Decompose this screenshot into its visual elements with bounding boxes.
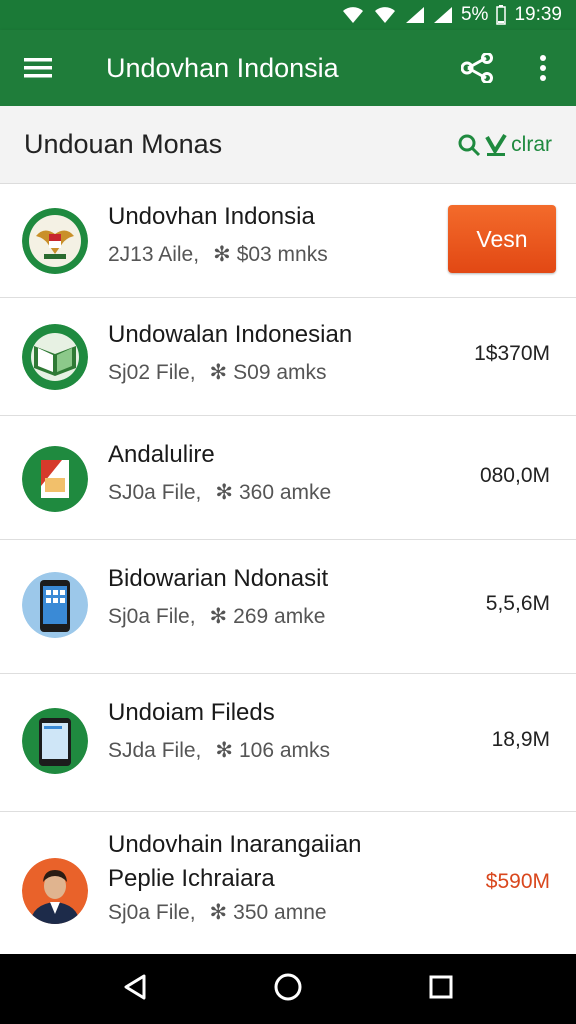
smartphone-icon <box>22 572 88 638</box>
share-button[interactable] <box>444 30 510 106</box>
mark-count: 360 amke <box>238 481 332 504</box>
asterisk-icon: ✻ <box>209 605 228 628</box>
asterisk-icon: ✻ <box>209 901 228 924</box>
battery-level: 5% <box>460 4 489 25</box>
home-button[interactable] <box>273 972 303 1007</box>
file-count: Sj02 File, <box>108 361 196 384</box>
mark-count: 350 amne <box>233 901 327 924</box>
list-item[interactable]: Undoiam Fileds SJda File, ✻ 106 amks 18,9M <box>0 674 576 812</box>
file-count: 2J13 Aile, <box>108 243 200 266</box>
mark-count: S09 amks <box>233 361 327 384</box>
app-title: Undovhan Indonsia <box>106 52 339 83</box>
item-title: Bidowarian Ndonasit <box>108 565 329 592</box>
list-item[interactable]: Andalulire SJ0a File, ✻ 360 amke 080,0M <box>0 416 576 540</box>
item-title: Andalulire <box>108 441 215 468</box>
file-size: $590M <box>485 870 550 893</box>
back-icon <box>124 974 146 999</box>
item-title: Undowalan Indonesian <box>108 321 353 348</box>
signal-icon <box>433 6 453 24</box>
mark-count: $03 mnks <box>236 243 328 266</box>
clear-label: clrar <box>511 132 552 156</box>
overflow-menu-button[interactable] <box>510 30 576 106</box>
recents-button[interactable] <box>428 974 454 1005</box>
file-count: Sj0a File, <box>108 901 196 924</box>
section-header: Undouan Monas clrar <box>0 106 576 184</box>
asterisk-icon: ✻ <box>209 361 228 384</box>
system-nav-bar <box>0 954 576 1024</box>
status-bar: 5% 19:39 <box>0 0 576 30</box>
list-item[interactable]: Undowalan Indonesian Sj02 File, ✻ S09 amks… <box>0 298 576 416</box>
app-bar: Undovhan Indonsia <box>0 30 576 106</box>
book-icon <box>22 324 88 390</box>
avatar <box>22 858 88 924</box>
item-meta: 2J13 Aile, ✻ $03 mnks <box>108 240 426 270</box>
item-meta: Sj0a File, ✻ 269 amke <box>108 602 426 632</box>
clear-button[interactable]: clrar <box>457 133 552 157</box>
mark-count: 269 amke <box>233 605 326 628</box>
search-icon <box>458 134 481 156</box>
file-count: SJ0a File, <box>108 481 202 504</box>
section-title: Undouan Monas <box>24 129 223 159</box>
list-item[interactable]: Undovhain Inarangaiian Peplie Ichraiara … <box>0 812 576 954</box>
item-title: Undovhan Indonsia <box>108 203 315 230</box>
recents-icon <box>429 975 453 998</box>
hamburger-icon <box>24 58 52 78</box>
item-meta: SJ0a File, ✻ 360 amke <box>108 478 426 508</box>
back-button[interactable] <box>122 973 148 1006</box>
list-item[interactable]: Bidowarian Ndonasit Sj0a File, ✻ 269 amke … <box>0 540 576 674</box>
asterisk-icon: ✻ <box>215 739 233 762</box>
battery-icon <box>496 5 507 25</box>
document-icon <box>22 446 88 512</box>
mark-count: 106 amks <box>238 739 331 762</box>
item-meta: SJda File, ✻ 106 amks <box>108 736 426 766</box>
file-size: 080,0M <box>479 464 550 487</box>
file-size: 18,9M <box>491 728 550 751</box>
menu-button[interactable] <box>0 30 76 106</box>
wifi-icon <box>341 6 365 24</box>
clock: 19:39 <box>514 4 562 25</box>
more-vert-icon <box>540 55 546 81</box>
list-item[interactable]: Undovhan Indonsia 2J13 Aile, ✻ $03 mnks Ve… <box>0 184 576 298</box>
file-size: 1$370M <box>474 342 550 365</box>
asterisk-icon: ✻ <box>213 243 231 266</box>
smartphone-icon <box>22 708 88 774</box>
file-count: Sj0a File, <box>108 605 196 628</box>
share-icon <box>461 53 493 83</box>
asterisk-icon: ✻ <box>215 481 233 504</box>
home-icon <box>274 973 302 1000</box>
garuda-emblem-icon <box>22 208 88 274</box>
signal-icon <box>405 6 425 24</box>
item-meta: Sj02 File, ✻ S09 amks <box>108 358 426 388</box>
item-title: Undovhain Inarangaiian <box>108 831 362 858</box>
item-title: Undoiam Fileds <box>108 699 275 726</box>
check-icon <box>485 133 507 156</box>
open-button[interactable]: Vesn <box>448 205 556 273</box>
item-meta: Sj0a File, ✻ 350 amne <box>108 898 426 928</box>
item-subtitle: Peplie Ichraiara <box>108 865 275 892</box>
file-count: SJda File, <box>108 739 202 762</box>
wifi-icon <box>373 6 397 24</box>
file-size: 5,5,6M <box>485 592 550 615</box>
